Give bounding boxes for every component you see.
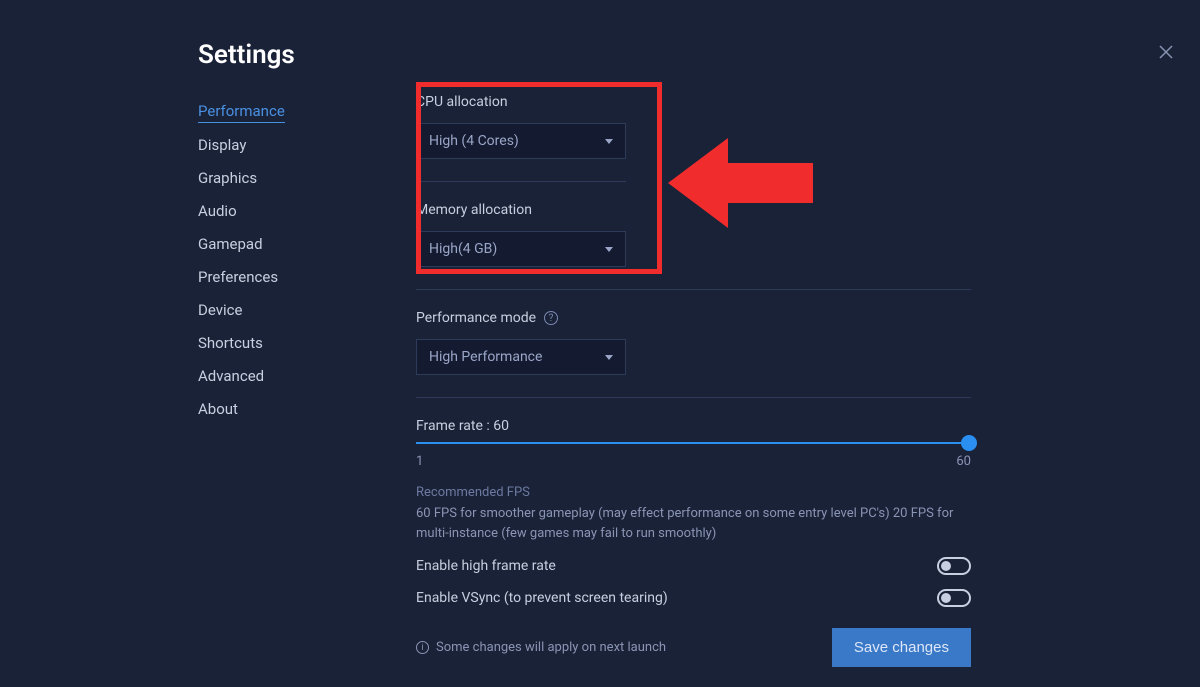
slider-thumb[interactable]	[961, 435, 977, 451]
toggle-knob	[941, 561, 951, 571]
memory-allocation-value: High(4 GB)	[429, 241, 497, 257]
performance-mode-label: Performance mode	[416, 310, 536, 326]
chevron-down-icon	[605, 355, 613, 360]
vsync-label: Enable VSync (to prevent screen tearing)	[416, 590, 668, 606]
sidebar-nav: Performance Display Graphics Audio Gamep…	[198, 100, 358, 420]
high-frame-rate-toggle[interactable]	[937, 557, 971, 575]
cpu-allocation-select[interactable]: High (4 Cores)	[416, 123, 626, 159]
divider	[416, 289, 971, 290]
performance-mode-value: High Performance	[429, 349, 542, 365]
divider	[416, 397, 971, 398]
vsync-toggle[interactable]	[937, 589, 971, 607]
chevron-down-icon	[605, 139, 613, 144]
cpu-allocation-value: High (4 Cores)	[429, 133, 519, 149]
sidebar-item-performance[interactable]: Performance	[198, 100, 285, 123]
recommended-fps-title: Recommended FPS	[416, 485, 971, 500]
sidebar-item-audio[interactable]: Audio	[198, 200, 358, 222]
sidebar-item-about[interactable]: About	[198, 398, 358, 420]
annotation-arrow-icon	[668, 128, 818, 238]
performance-mode-select[interactable]: High Performance	[416, 339, 626, 375]
chevron-down-icon	[605, 247, 613, 252]
sidebar-item-advanced[interactable]: Advanced	[198, 365, 358, 387]
sidebar-item-shortcuts[interactable]: Shortcuts	[198, 332, 358, 354]
cpu-allocation-label: CPU allocation	[416, 94, 1200, 110]
frame-rate-max: 60	[956, 454, 971, 469]
toggle-knob	[941, 593, 951, 603]
recommended-fps-text: 60 FPS for smoother gameplay (may effect…	[416, 504, 971, 543]
frame-rate-min: 1	[416, 454, 423, 469]
page-title: Settings	[198, 40, 358, 70]
high-frame-rate-label: Enable high frame rate	[416, 558, 556, 574]
sidebar-item-gamepad[interactable]: Gamepad	[198, 233, 358, 255]
sidebar-item-preferences[interactable]: Preferences	[198, 266, 358, 288]
frame-rate-slider[interactable]	[416, 442, 971, 444]
footer-note-text: Some changes will apply on next launch	[436, 640, 666, 655]
divider	[416, 181, 626, 182]
sidebar-item-display[interactable]: Display	[198, 134, 358, 156]
save-changes-button[interactable]: Save changes	[832, 628, 971, 667]
help-icon[interactable]: ?	[544, 311, 558, 325]
sidebar-item-device[interactable]: Device	[198, 299, 358, 321]
sidebar-item-graphics[interactable]: Graphics	[198, 167, 358, 189]
memory-allocation-select[interactable]: High(4 GB)	[416, 231, 626, 267]
frame-rate-label: Frame rate : 60	[416, 418, 971, 434]
info-icon: i	[416, 641, 429, 654]
